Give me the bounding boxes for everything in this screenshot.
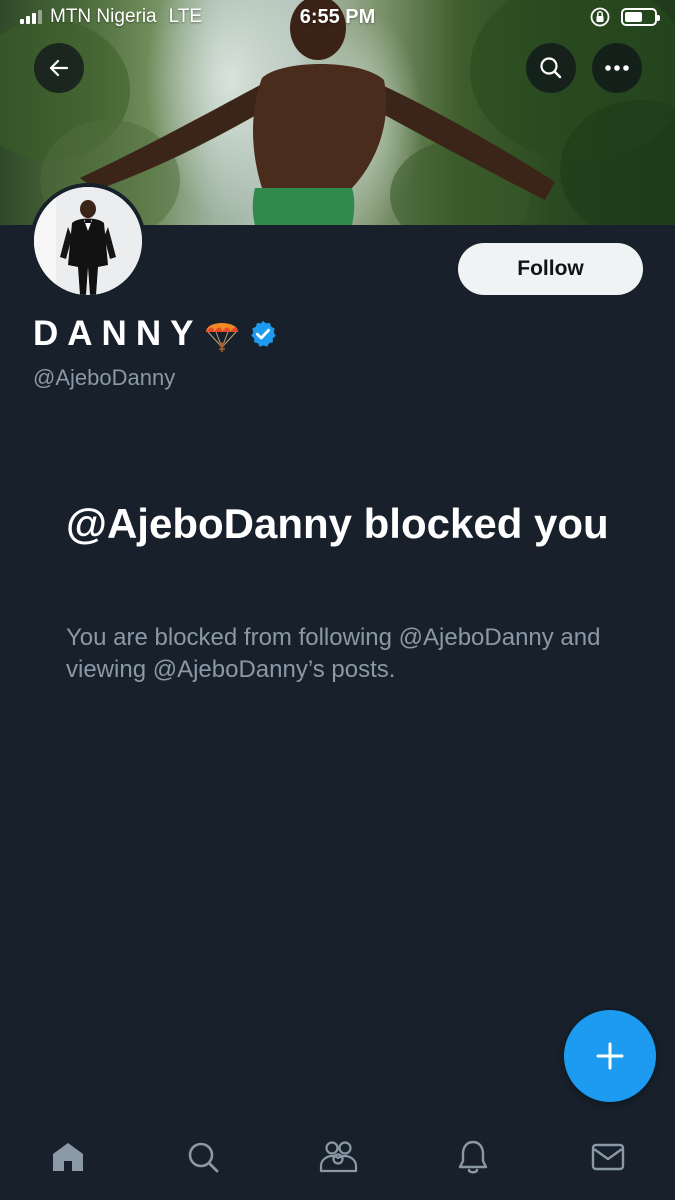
bell-icon <box>458 1140 487 1174</box>
tab-messages[interactable] <box>578 1127 638 1187</box>
back-button[interactable] <box>34 43 84 93</box>
orientation-lock-icon <box>590 7 610 27</box>
more-horizontal-icon <box>605 65 629 71</box>
signal-strength-icon <box>20 10 42 24</box>
parachute-emoji-icon <box>206 323 239 352</box>
mail-icon <box>591 1143 624 1171</box>
blocked-description: You are blocked from following @AjeboDan… <box>66 624 601 683</box>
status-bar: MTN Nigeria LTE 6:55 PM <box>0 0 675 34</box>
verified-badge-icon[interactable] <box>248 319 278 349</box>
search-icon <box>540 57 562 79</box>
profile-avatar[interactable] <box>30 183 146 299</box>
arrow-left-icon <box>49 59 69 77</box>
blocked-title: @AjeboDanny blocked you <box>66 500 609 547</box>
tab-home[interactable] <box>38 1127 98 1187</box>
carrier-label: MTN Nigeria <box>50 6 157 27</box>
profile-screen: MTN Nigeria LTE 6:55 PM Follow DANNY @Aj… <box>0 0 675 1200</box>
profile-name-row: DANNY <box>33 314 278 354</box>
tab-notifications[interactable] <box>443 1127 503 1187</box>
bottom-tab-bar <box>0 1118 675 1200</box>
compose-button[interactable] <box>564 1010 656 1102</box>
plus-icon <box>596 1042 624 1070</box>
avatar-image <box>34 187 142 295</box>
tab-search[interactable] <box>173 1127 233 1187</box>
search-icon <box>188 1142 218 1173</box>
battery-icon <box>621 8 660 26</box>
network-label: LTE <box>168 6 203 27</box>
communities-icon <box>319 1141 357 1173</box>
more-button[interactable] <box>592 43 642 93</box>
follow-button[interactable]: Follow <box>458 243 643 295</box>
home-icon <box>52 1143 83 1171</box>
display-name: DANNY <box>33 314 203 353</box>
tab-communities[interactable] <box>308 1127 368 1187</box>
profile-handle: @AjeboDanny <box>33 365 176 390</box>
search-button[interactable] <box>526 43 576 93</box>
